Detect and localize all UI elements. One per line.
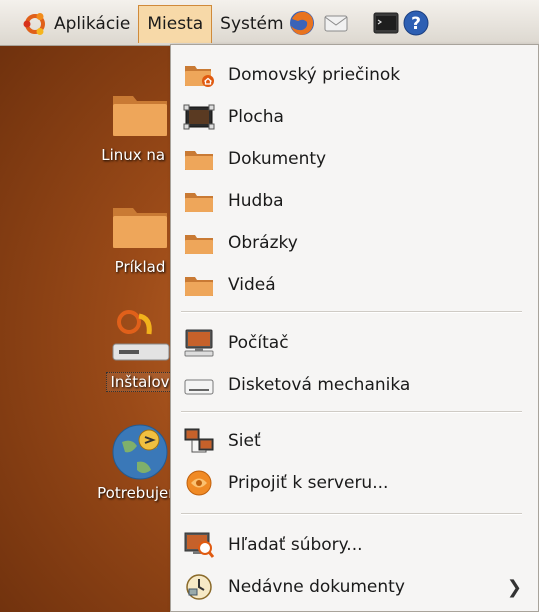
ubuntu-logo-icon — [23, 12, 45, 35]
folder-icon — [183, 230, 215, 256]
menu-item-label: Pripojiť k serveru... — [228, 473, 389, 493]
menu-item-computer[interactable]: Počítač — [171, 325, 538, 361]
menu-item-label: Hľadať súbory... — [228, 535, 363, 555]
chevron-right-icon: ❯ — [506, 576, 522, 598]
floppy-drive-icon — [183, 372, 215, 398]
mail-icon[interactable] — [322, 9, 350, 37]
menu-item-network[interactable]: Sieť — [171, 423, 538, 459]
network-icon — [183, 428, 215, 454]
menu-item-label: Sieť — [228, 431, 261, 451]
desktop-item-label: Linux na v — [101, 146, 179, 164]
terminal-icon[interactable] — [372, 9, 400, 37]
folder-icon — [183, 272, 215, 298]
menu-item-recent-documents[interactable]: Nedávne dokumenty ❯ — [171, 569, 538, 605]
menu-item-label: Dokumenty — [228, 149, 327, 169]
menu-separator — [181, 311, 522, 313]
recent-documents-icon — [183, 574, 215, 600]
search-files-icon — [183, 532, 215, 558]
menu-item-floppy-drive[interactable]: Disketová mechanika — [171, 367, 538, 403]
menu-system-label: Systém — [220, 13, 284, 34]
menu-item-pictures[interactable]: Obrázky — [171, 225, 538, 261]
menu-item-label: Nedávne dokumenty — [228, 577, 405, 597]
folder-icon — [183, 188, 215, 214]
desktop-item-label: Príklad — [114, 258, 166, 276]
menu-applications-label: Aplikácie — [54, 13, 131, 34]
installer-icon — [112, 310, 170, 361]
menu-places-label: Miesta — [147, 14, 204, 34]
help-globe-icon — [112, 424, 168, 480]
menu-item-search-files[interactable]: Hľadať súbory... — [171, 527, 538, 563]
help-icon[interactable]: ? — [402, 9, 430, 37]
computer-icon — [183, 329, 215, 357]
menu-item-label: Disketová mechanika — [228, 375, 411, 395]
menu-item-music[interactable]: Hudba — [171, 183, 538, 219]
desktop-item-label: Inštalov — [106, 372, 174, 392]
menu-item-label: Hudba — [228, 191, 284, 211]
folder-icon — [183, 146, 215, 172]
svg-text:?: ? — [411, 14, 421, 34]
menu-item-videos[interactable]: Videá — [171, 267, 538, 303]
menu-system[interactable]: Systém — [212, 5, 285, 43]
folder-icon — [113, 208, 167, 248]
top-panel: Aplikácie Miesta Systém ? — [0, 0, 539, 46]
menu-item-documents[interactable]: Dokumenty — [171, 141, 538, 177]
menu-applications[interactable]: Aplikácie — [14, 5, 138, 43]
menu-item-label: Videá — [228, 275, 276, 295]
menu-item-label: Plocha — [228, 107, 284, 127]
menu-separator — [181, 513, 522, 515]
desktop-icon — [183, 104, 215, 130]
menu-item-desktop[interactable]: Plocha — [171, 99, 538, 135]
connect-server-icon — [183, 470, 215, 496]
menu-item-label: Počítač — [228, 333, 289, 353]
firefox-icon[interactable] — [288, 9, 316, 37]
menu-places[interactable]: Miesta — [138, 4, 213, 43]
menu-item-label: Domovský priečinok — [228, 65, 401, 85]
menu-item-connect-server[interactable]: Pripojiť k serveru... — [171, 465, 538, 501]
menu-item-home-folder[interactable]: Domovský priečinok — [171, 57, 538, 93]
menu-separator — [181, 411, 522, 413]
menu-item-label: Obrázky — [228, 233, 298, 253]
home-folder-icon — [183, 62, 215, 88]
folder-icon — [113, 96, 167, 136]
places-menu: Domovský priečinok Plocha Dokumenty Hudb… — [170, 44, 539, 612]
